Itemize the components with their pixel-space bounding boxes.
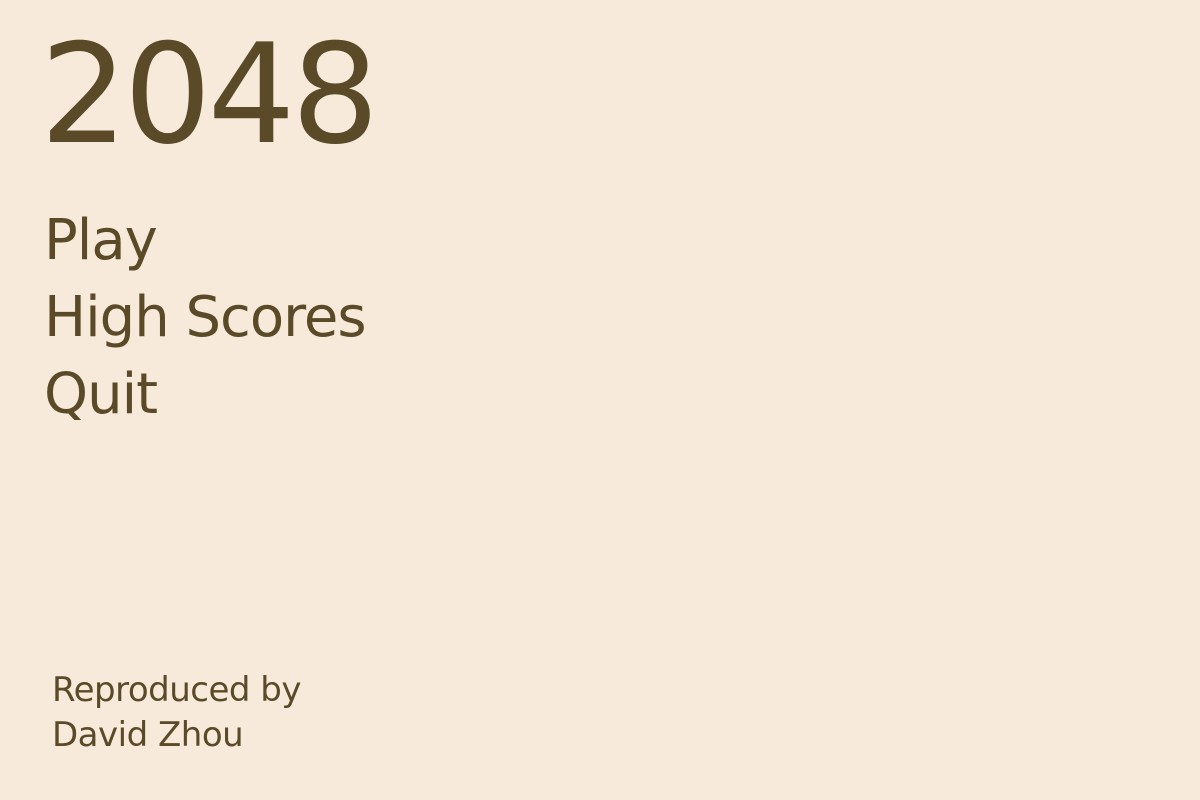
credits-line-reproduced-by: Reproduced by [52, 670, 301, 710]
credits: Reproduced by David Zhou [52, 668, 301, 758]
game-title: 2048 [40, 14, 379, 175]
main-menu: Play High Scores Quit [44, 202, 367, 433]
menu-item-high-scores[interactable]: High Scores [44, 279, 367, 356]
main-menu-screen: { "game": { "title": "2048" }, "menu": {… [0, 0, 1200, 800]
menu-item-play[interactable]: Play [44, 202, 366, 279]
menu-item-quit[interactable]: Quit [44, 356, 366, 433]
credits-author-name: David Zhou [52, 715, 244, 755]
